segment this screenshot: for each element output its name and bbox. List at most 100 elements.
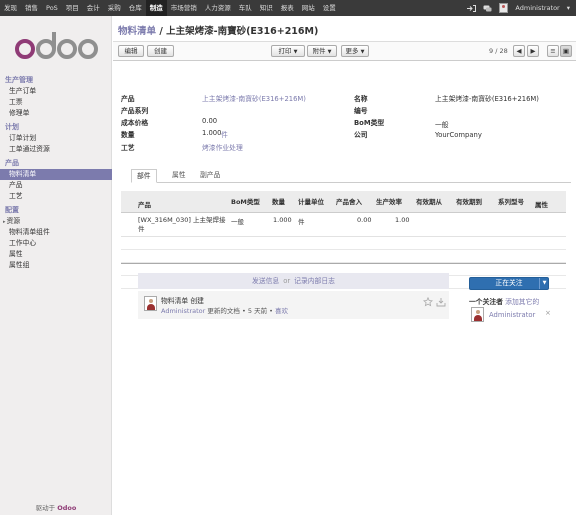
chevron-down-icon: ▼	[327, 49, 332, 55]
follower-avatar	[471, 307, 484, 322]
column-header[interactable]: 产品舍入	[336, 196, 362, 206]
sidebar-item-order-planning[interactable]: 订单计划	[0, 133, 112, 144]
menu-settings[interactable]: 设置	[319, 0, 340, 16]
pager-value[interactable]: 9 / 28	[489, 45, 508, 57]
column-header[interactable]: BoM类型	[231, 196, 260, 206]
sign-in-icon[interactable]	[467, 4, 477, 12]
routing-label: 工艺	[121, 144, 135, 152]
print-button-label: 打印	[278, 47, 292, 55]
author-avatar[interactable]	[144, 296, 157, 311]
menu-project[interactable]: 项目	[62, 0, 83, 16]
follower-name[interactable]: Administrator	[489, 311, 535, 319]
more-button-label: 更多	[345, 47, 359, 55]
column-header[interactable]: 系列型号	[498, 196, 524, 206]
create-button-label: 创建	[154, 47, 167, 55]
sidebar-item-work-orders[interactable]: 工票	[0, 97, 112, 108]
menu-sales[interactable]: 销售	[21, 0, 42, 16]
attachment-button[interactable]: 附件 ▼	[307, 45, 337, 57]
sidebar-item-routings[interactable]: 工艺	[0, 191, 112, 202]
column-header[interactable]: 产品	[138, 199, 151, 209]
form-toolbar: 编辑 创建 打印 ▼ 附件 ▼ 更多 ▼ 9 / 28 ◀ ▶ ≡ ▣	[113, 41, 576, 61]
message-meta: Administrator 更新的文档 • 5 天前 • 喜欢	[161, 307, 289, 315]
menu-manufacturing[interactable]: 制造	[145, 0, 167, 16]
powered-by-label: 驱动于	[35, 504, 56, 512]
tab-components[interactable]: 部件	[131, 169, 157, 183]
tab-byproducts[interactable]: 副产品	[195, 169, 225, 183]
column-header[interactable]: 有效期从	[416, 196, 442, 206]
tab-attributes[interactable]: 属性	[167, 169, 191, 183]
menu-hr[interactable]: 人力资源	[201, 0, 235, 16]
sidebar-item-resources[interactable]: 资源	[0, 216, 112, 227]
cell-product: [WX_316M_030] 上主架焊接件	[138, 216, 226, 233]
list-view-icon: ≡	[550, 47, 556, 55]
menu-pos[interactable]: PoS	[42, 0, 62, 16]
app-menu: 发现 销售 PoS 项目 会计 采购 仓库 制造 市场营销 人力资源 车队 知识…	[0, 0, 340, 16]
message-author[interactable]: Administrator	[161, 307, 205, 315]
star-icon[interactable]	[422, 296, 434, 309]
chat-icon[interactable]	[483, 5, 492, 12]
quantity-unit[interactable]: 件	[221, 129, 228, 139]
company-value: YourCompany	[435, 131, 482, 139]
create-button[interactable]: 创建	[147, 45, 174, 57]
cell-bom-type: 一般	[231, 218, 244, 226]
menu-purchase[interactable]: 采购	[104, 0, 125, 16]
sidebar-item-products[interactable]: 产品	[0, 180, 112, 191]
user-name[interactable]: Administrator	[515, 4, 559, 12]
chatter-divider	[121, 263, 566, 264]
section-products: 产品	[5, 159, 19, 167]
chevron-down-icon[interactable]: ▾	[567, 4, 570, 12]
section-production: 生产管理	[5, 76, 33, 84]
powered-by-brand[interactable]: Odoo	[57, 504, 76, 512]
download-icon[interactable]	[436, 297, 446, 309]
edit-button[interactable]: 编辑	[118, 45, 144, 57]
add-followers-link[interactable]: 添加其它的	[505, 298, 539, 306]
column-header[interactable]: 生产效率	[376, 196, 402, 206]
column-header[interactable]: 数量	[272, 196, 285, 206]
attachment-button-label: 附件	[312, 47, 326, 55]
menu-accounting[interactable]: 会计	[83, 0, 104, 16]
list-view-button[interactable]: ≡	[547, 45, 559, 57]
column-header[interactable]: 属性	[535, 199, 548, 209]
sidebar-item-bom[interactable]: 物料清单	[0, 169, 112, 180]
section-planning: 计划	[5, 123, 19, 131]
chevron-down-icon[interactable]: ▼	[539, 278, 549, 289]
form-view-button[interactable]: ▣	[560, 45, 572, 57]
breadcrumb-parent[interactable]: 物料清单	[118, 26, 156, 37]
menu-knowledge[interactable]: 知识	[256, 0, 277, 16]
sidebar-item-work-centers[interactable]: 工作中心	[0, 238, 112, 249]
routing-field[interactable]: 烤漆作业处理	[202, 142, 243, 152]
log-note-link[interactable]: 记录内部日志	[294, 277, 335, 285]
empty-row	[121, 250, 566, 263]
product-field[interactable]: 上主架烤漆-南寶砂(E316+216M)	[202, 93, 306, 103]
column-header[interactable]: 有效期到	[456, 196, 482, 206]
like-link[interactable]: 喜欢	[275, 307, 288, 315]
table-row[interactable]: [WX_316M_030] 上主架焊接件 一般 1.000 件 0.00 1.0…	[121, 213, 566, 237]
next-record-button[interactable]: ▶	[527, 45, 539, 57]
sidebar-item-bom-components[interactable]: 物料清单组件	[0, 227, 112, 238]
sidebar-item-attribute-groups[interactable]: 属性组	[0, 260, 112, 271]
menu-warehouse[interactable]: 仓库	[125, 0, 146, 16]
print-button[interactable]: 打印 ▼	[271, 45, 305, 57]
chevron-down-icon: ▼	[360, 49, 365, 55]
more-button[interactable]: 更多 ▼	[341, 45, 369, 57]
topbar-right: Administrator ▾	[467, 0, 570, 16]
user-avatar[interactable]	[499, 3, 509, 13]
send-message-link[interactable]: 发送信息	[252, 277, 279, 285]
sidebar-item-work-orders-by-resource[interactable]: 工单通过资源	[0, 144, 112, 155]
column-header[interactable]: 计量单位	[298, 196, 324, 206]
close-icon[interactable]: ×	[545, 309, 551, 317]
menu-website[interactable]: 网站	[298, 0, 319, 16]
sidebar-item-repair-orders[interactable]: 修理单	[0, 108, 112, 119]
sidebar-item-attributes[interactable]: 属性	[0, 249, 112, 260]
menu-fleet[interactable]: 车队	[235, 0, 256, 16]
menu-reporting[interactable]: 报表	[277, 0, 298, 16]
menu-discuss[interactable]: 发现	[0, 0, 21, 16]
sidebar-item-production-orders[interactable]: 生产订单	[0, 86, 112, 97]
previous-record-button[interactable]: ◀	[513, 45, 525, 57]
following-button[interactable]: 正在关注	[469, 277, 549, 290]
form-tabs: 部件 属性 副产品	[131, 169, 571, 183]
menu-marketing[interactable]: 市场营销	[167, 0, 201, 16]
or-text: or	[283, 277, 291, 285]
chatter-compose-bar: 发送信息 or 记录内部日志	[138, 273, 449, 289]
odoo-logo[interactable]	[14, 30, 98, 64]
